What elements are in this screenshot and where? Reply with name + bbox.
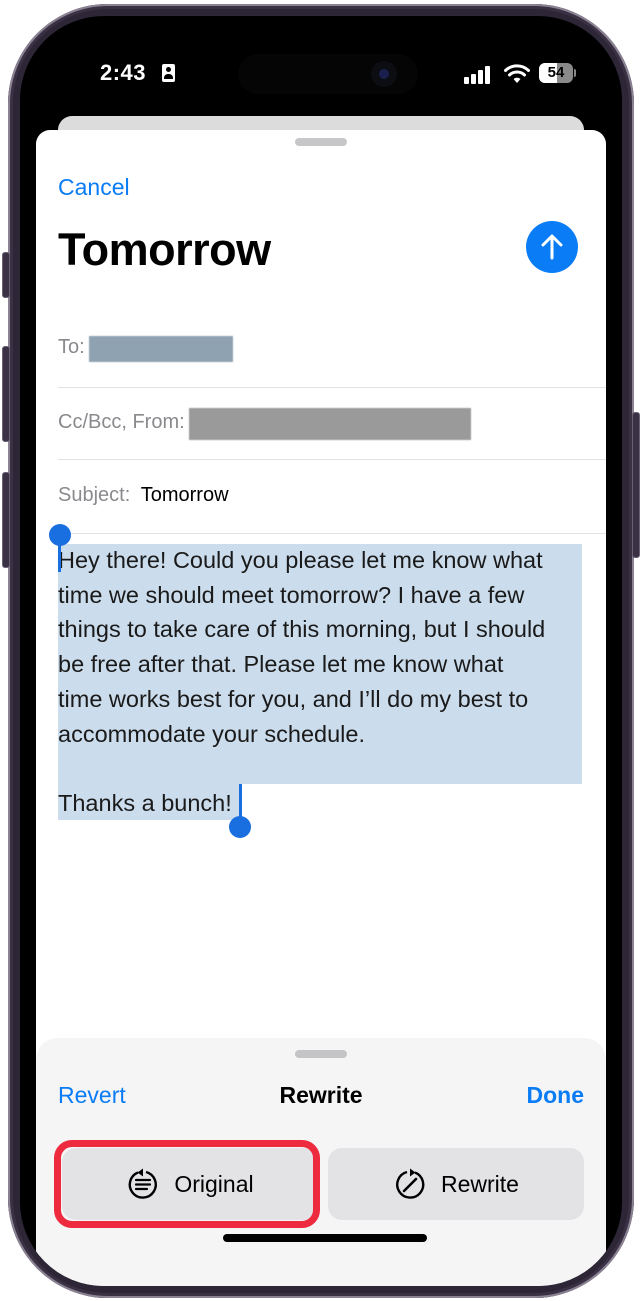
- action-button: [2, 252, 10, 298]
- done-button[interactable]: Done: [527, 1082, 585, 1109]
- cancel-button[interactable]: Cancel: [58, 174, 130, 201]
- panel-title: Rewrite: [279, 1082, 363, 1108]
- rewrite-button[interactable]: Rewrite: [328, 1148, 584, 1220]
- battery-icon: 54: [539, 63, 573, 83]
- from-address-redacted: [189, 408, 472, 440]
- subject-field[interactable]: Subject: Tomorrow: [58, 460, 606, 534]
- screen: 2:43 54 Cancel Tomorrow To: Cc/Bcc, From…: [20, 16, 622, 1286]
- volume-up-button: [2, 346, 10, 442]
- arrow-up-icon: [541, 234, 563, 260]
- send-button[interactable]: [526, 221, 578, 273]
- rewrite-panel: Revert Rewrite Done Original Rewrite: [36, 1038, 606, 1286]
- wifi-icon: [504, 64, 530, 83]
- original-button-highlight: [54, 1140, 320, 1228]
- ccbcc-from-label: Cc/Bcc, From:: [58, 411, 185, 434]
- status-time: 2:43: [100, 60, 147, 85]
- camera-icon: [371, 61, 397, 87]
- mail-title: Tomorrow: [58, 224, 271, 275]
- volume-down-button: [2, 472, 10, 568]
- subject-label: Subject:: [58, 484, 131, 506]
- selection-end-caret: [239, 784, 242, 820]
- signal-icon: [464, 66, 490, 84]
- ccbcc-from-field[interactable]: Cc/Bcc, From:: [58, 388, 606, 460]
- status-bar: 2:43 54: [20, 16, 622, 116]
- message-body[interactable]: Hey there! Could you please let me know …: [58, 543, 598, 821]
- subject-input[interactable]: Tomorrow: [141, 484, 229, 506]
- selection-start-caret: [58, 538, 61, 572]
- home-indicator[interactable]: [223, 1234, 427, 1242]
- to-label: To:: [58, 336, 85, 359]
- panel-grabber[interactable]: [295, 1050, 347, 1058]
- battery-level: 54: [547, 64, 565, 81]
- battery-nub: [574, 69, 576, 77]
- contact-card-icon: [162, 64, 175, 82]
- to-recipient-redacted: [89, 336, 234, 362]
- to-field[interactable]: To:: [58, 316, 606, 388]
- rewrite-pencil-icon: [396, 1168, 425, 1199]
- selection-end-handle[interactable]: [229, 816, 251, 838]
- rewrite-button-label: Rewrite: [441, 1170, 519, 1197]
- power-button: [632, 412, 640, 558]
- compose-sheet: Cancel Tomorrow To: Cc/Bcc, From: Subjec…: [36, 130, 606, 1286]
- sheet-grabber[interactable]: [295, 138, 347, 146]
